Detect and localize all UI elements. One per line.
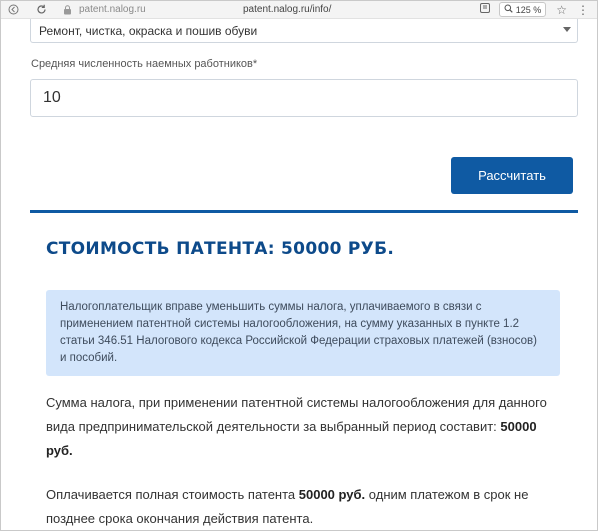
star-icon[interactable]: ☆ (556, 3, 567, 17)
payment-paragraph: Оплачивается полная стоимость патента 50… (46, 483, 576, 530)
chevron-down-icon (563, 27, 571, 32)
lock-icon (59, 2, 75, 18)
result-panel: СТОИМОСТЬ ПАТЕНТА: 50000 РУБ. Налогоплат… (30, 210, 578, 530)
employees-label: Средняя численность наемных работников* (31, 58, 258, 70)
employees-input[interactable] (30, 79, 578, 117)
zoom-value: 125 % (515, 4, 542, 15)
url-host[interactable]: patent.nalog.ru (79, 4, 219, 15)
tax-amount-text: Сумма налога, при применении патентной с… (46, 395, 547, 434)
notice-box: Налогоплательщик вправе уменьшить суммы … (46, 290, 560, 376)
tax-amount-paragraph: Сумма налога, при применении патентной с… (46, 391, 562, 463)
calculate-button[interactable]: Рассчитать (451, 157, 573, 194)
url-bar[interactable]: patent.nalog.ru/info/ (243, 4, 433, 15)
back-icon[interactable] (5, 2, 21, 18)
bookmark-icon[interactable] (479, 2, 491, 17)
menu-icon[interactable]: ⋮ (577, 3, 589, 17)
payment-text-before: Оплачивается полная стоимость патента (46, 487, 299, 502)
browser-window: patent.nalog.ru patent.nalog.ru/info/ 12… (0, 0, 598, 531)
zoom-icon (504, 4, 513, 15)
payment-amount-value: 50000 руб. (298, 487, 366, 502)
activity-select[interactable]: Ремонт, чистка, окраска и пошив обуви (30, 19, 578, 43)
zoom-indicator[interactable]: 125 % (498, 2, 547, 17)
browser-toolbar: patent.nalog.ru patent.nalog.ru/info/ 12… (1, 1, 597, 19)
result-title: СТОИМОСТЬ ПАТЕНТА: 50000 РУБ. (46, 239, 395, 259)
activity-select-value: Ремонт, чистка, окраска и пошив обуви (39, 23, 258, 38)
reload-icon[interactable] (33, 2, 49, 18)
